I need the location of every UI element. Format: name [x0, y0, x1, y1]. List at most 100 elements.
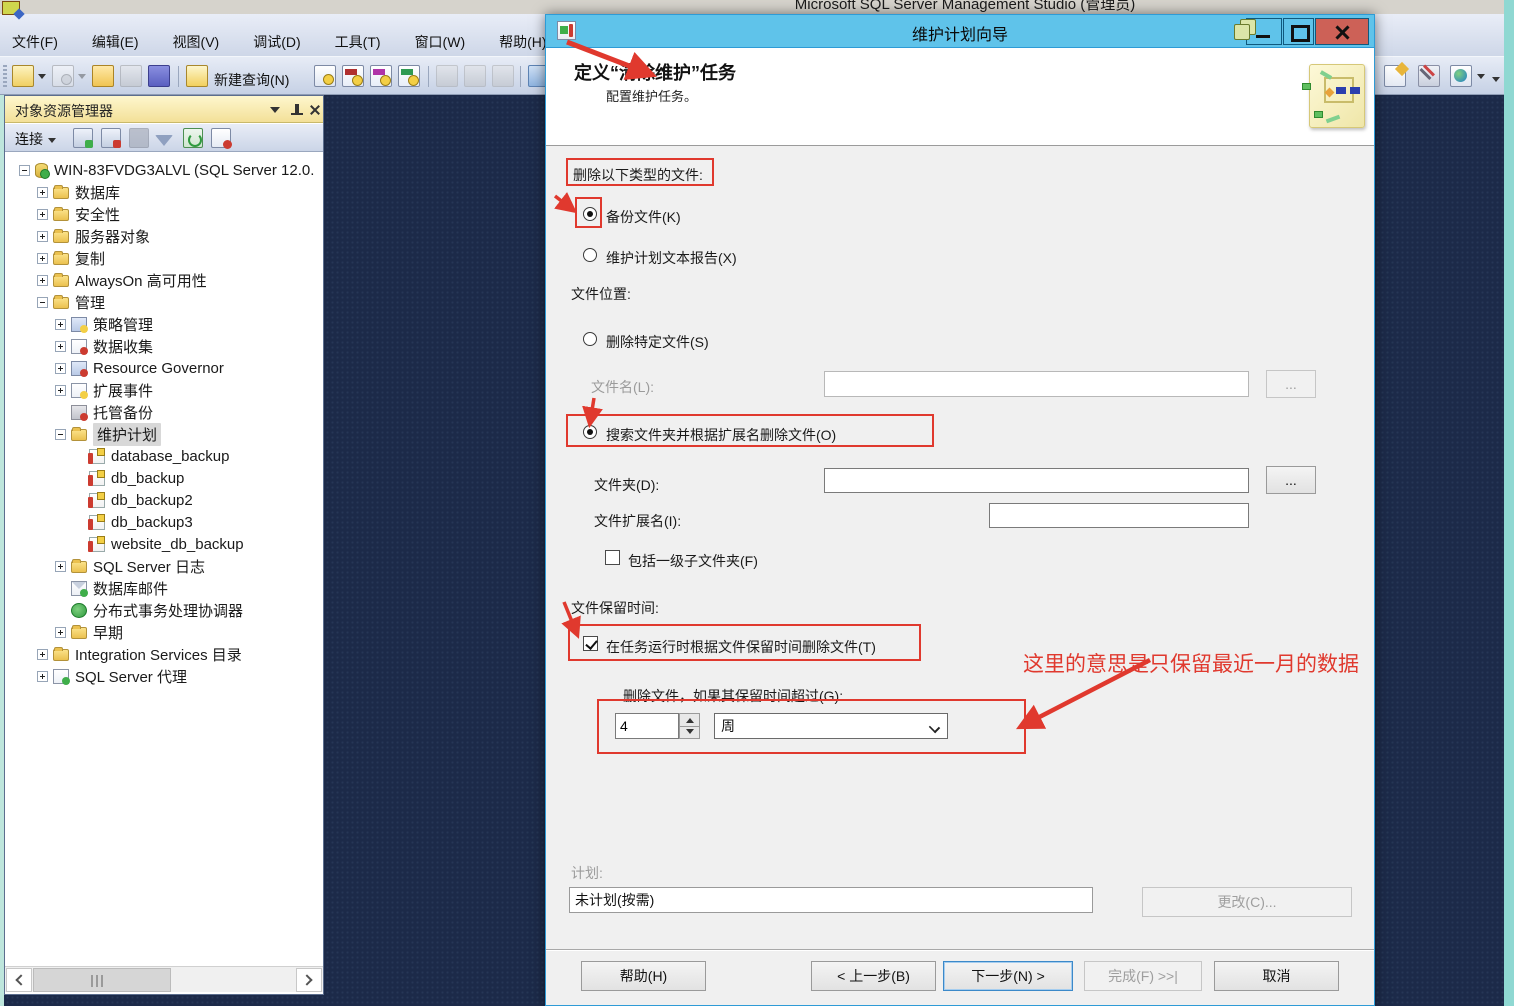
pin-icon[interactable] — [289, 102, 305, 117]
next-button[interactable]: 下一步(N) > — [943, 961, 1073, 991]
menu-file[interactable]: 文件(F) — [8, 30, 62, 54]
new-project-dropdown-icon[interactable] — [38, 74, 46, 79]
browser-dropdown-icon[interactable] — [1477, 74, 1485, 79]
close-button[interactable] — [1315, 18, 1369, 45]
expand-icon[interactable] — [37, 209, 48, 220]
expand-icon[interactable] — [55, 561, 66, 572]
menu-window[interactable]: 窗口(W) — [411, 30, 470, 54]
connect-server-icon[interactable] — [73, 128, 93, 148]
add-item-icon[interactable] — [52, 65, 74, 87]
scroll-right-icon[interactable] — [296, 968, 322, 992]
disconnect-server-icon[interactable] — [101, 128, 121, 148]
tree-node-maintenance-plans[interactable]: 维护计划 — [11, 423, 321, 445]
dialog-titlebar[interactable]: 维护计划向导 — [546, 15, 1374, 48]
tree-node-extended-events[interactable]: 扩展事件 — [11, 379, 321, 401]
change-schedule-button[interactable]: 更改(C)... — [1142, 887, 1352, 917]
open-file-icon[interactable] — [92, 65, 114, 87]
tree-node-plan[interactable]: database_backup — [11, 445, 321, 467]
horizontal-scrollbar[interactable] — [5, 966, 323, 992]
expand-icon[interactable] — [55, 363, 66, 374]
query-with-connection-icon[interactable] — [314, 65, 336, 87]
file-name-input[interactable] — [824, 371, 1249, 397]
file-name-browse-button[interactable]: ... — [1266, 370, 1316, 398]
tree-node-sql-agent[interactable]: SQL Server 代理 — [11, 665, 321, 687]
expand-icon[interactable] — [37, 231, 48, 242]
expand-icon[interactable] — [37, 649, 48, 660]
xmla-query-icon[interactable] — [398, 65, 420, 87]
tree-node-sql-logs[interactable]: SQL Server 日志 — [11, 555, 321, 577]
backup-files-label[interactable]: 备份文件(K) — [606, 207, 681, 227]
mdx-query-icon[interactable] — [342, 65, 364, 87]
expand-icon[interactable] — [37, 187, 48, 198]
toolbar-overflow-icon[interactable] — [1492, 77, 1500, 82]
filter-icon[interactable] — [155, 135, 173, 146]
include-subfolders-checkbox[interactable] — [605, 550, 620, 565]
expand-icon[interactable] — [55, 341, 66, 352]
expand-icon[interactable] — [37, 253, 48, 264]
schedule-input[interactable] — [569, 887, 1093, 913]
collapse-icon[interactable] — [55, 429, 66, 440]
collapse-icon[interactable] — [19, 165, 30, 176]
text-reports-label[interactable]: 维护计划文本报告(X) — [606, 248, 737, 268]
menu-tools[interactable]: 工具(T) — [331, 30, 385, 54]
web-browser-icon[interactable] — [1450, 65, 1472, 87]
finish-button[interactable]: 完成(F) >>| — [1084, 961, 1202, 991]
copy-icon[interactable] — [464, 65, 486, 87]
paste-icon[interactable] — [492, 65, 514, 87]
save-all-icon[interactable] — [148, 65, 170, 87]
collapse-icon[interactable] — [37, 297, 48, 308]
refresh-icon[interactable] — [183, 128, 203, 148]
stop-icon[interactable] — [129, 128, 149, 148]
menu-debug[interactable]: 调试(D) — [249, 30, 304, 54]
cut-icon[interactable] — [436, 65, 458, 87]
new-query-button[interactable]: 新建查询(N) — [214, 70, 289, 90]
include-subfolders-label[interactable]: 包括一级子文件夹(F) — [628, 551, 758, 571]
folder-input[interactable] — [824, 468, 1249, 493]
tree-node-management[interactable]: 管理 — [11, 291, 321, 313]
tree-node-plan[interactable]: db_backup2 — [11, 489, 321, 511]
text-reports-radio[interactable] — [583, 248, 597, 262]
tree-node-plan[interactable]: db_backup3 — [11, 511, 321, 533]
tree-node-alwayson[interactable]: AlwaysOn 高可用性 — [11, 269, 321, 291]
help-button[interactable]: 帮助(H) — [581, 961, 706, 991]
extension-input[interactable] — [989, 503, 1249, 528]
tree-node-resource-governor[interactable]: Resource Governor — [11, 357, 321, 379]
expand-icon[interactable] — [55, 385, 66, 396]
tree-node-server[interactable]: WIN-83FVDG3ALVL (SQL Server 12.0. — [11, 159, 321, 181]
tree-node-database-mail[interactable]: 数据库邮件 — [11, 577, 321, 599]
menu-view[interactable]: 视图(V) — [169, 30, 224, 54]
menu-help[interactable]: 帮助(H) — [495, 30, 550, 54]
scroll-left-icon[interactable] — [6, 968, 32, 992]
tree-node-security[interactable]: 安全性 — [11, 203, 321, 225]
tree-node-data-collection[interactable]: 数据收集 — [11, 335, 321, 357]
expand-icon[interactable] — [37, 275, 48, 286]
menu-edit[interactable]: 编辑(E) — [88, 30, 143, 54]
expand-icon[interactable] — [37, 671, 48, 682]
back-button[interactable]: < 上一步(B) — [811, 961, 936, 991]
delete-specific-radio[interactable] — [583, 332, 597, 346]
edit-template-icon[interactable] — [1384, 65, 1406, 87]
tree-node-integration-services[interactable]: Integration Services 目录 — [11, 643, 321, 665]
tree-node-legacy[interactable]: 早期 — [11, 621, 321, 643]
add-item-dropdown-icon[interactable] — [78, 74, 86, 79]
dmx-query-icon[interactable] — [370, 65, 392, 87]
connect-button[interactable]: 连接 — [15, 129, 56, 149]
tree-node-replication[interactable]: 复制 — [11, 247, 321, 269]
tools-icon[interactable] — [1418, 65, 1440, 87]
expand-icon[interactable] — [55, 627, 66, 638]
cancel-button[interactable]: 取消 — [1214, 961, 1339, 991]
panel-menu-icon[interactable] — [267, 102, 283, 117]
tree-node-plan[interactable]: db_backup — [11, 467, 321, 489]
tree-node-plan[interactable]: website_db_backup — [11, 533, 321, 555]
maximize-button[interactable] — [1283, 18, 1314, 45]
tree-node-policy-management[interactable]: 策略管理 — [11, 313, 321, 335]
expand-icon[interactable] — [55, 319, 66, 330]
tree-node-dtc[interactable]: 分布式事务处理协调器 — [11, 599, 321, 621]
new-query-icon[interactable] — [186, 65, 208, 87]
script-icon[interactable] — [211, 128, 231, 148]
scrollbar-thumb[interactable] — [33, 968, 171, 992]
close-icon[interactable] — [307, 102, 323, 117]
folder-browse-button[interactable]: ... — [1266, 466, 1316, 494]
delete-specific-label[interactable]: 删除特定文件(S) — [606, 332, 709, 352]
tree-node-databases[interactable]: 数据库 — [11, 181, 321, 203]
